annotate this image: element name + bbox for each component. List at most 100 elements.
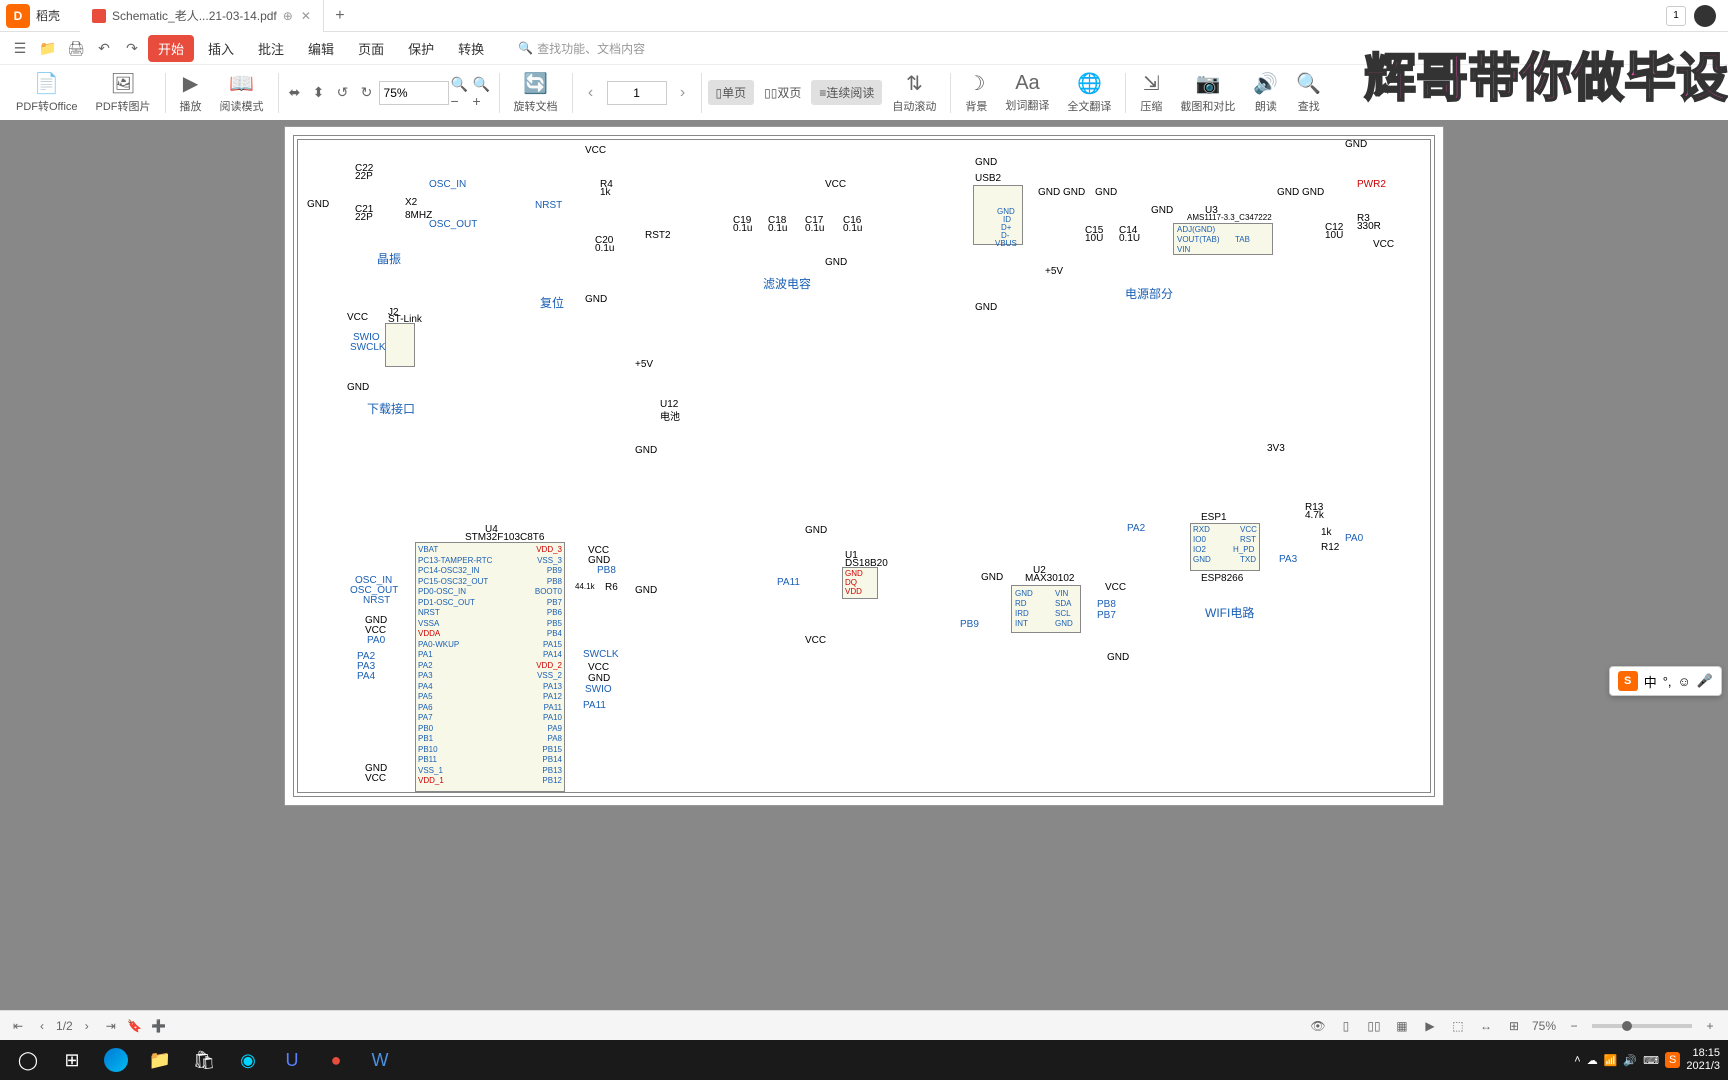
tab-start[interactable]: 开始 bbox=[148, 35, 194, 62]
document-viewport[interactable]: C22 22P OSC_IN C21 22P X2 8MHZ OSC_OUT G… bbox=[0, 120, 1728, 1050]
background-button[interactable]: ☽背景 bbox=[957, 69, 995, 116]
edge-icon[interactable] bbox=[96, 1040, 136, 1080]
tray-cloud-icon[interactable]: ☁ bbox=[1587, 1054, 1598, 1067]
bookmark-add-icon[interactable]: ➕ bbox=[149, 1016, 169, 1036]
single-page-button[interactable]: ▯ 单页 bbox=[708, 80, 755, 105]
app-icon[interactable]: ◉ bbox=[228, 1040, 268, 1080]
fit-width-icon[interactable]: ⬌ bbox=[285, 83, 305, 103]
prev-page-button[interactable]: ‹ bbox=[579, 81, 603, 105]
play-icon[interactable]: ▶ bbox=[1420, 1016, 1440, 1036]
label: 3V3 bbox=[1267, 443, 1285, 454]
zoom-in-icon[interactable]: 🔍+ bbox=[473, 83, 493, 103]
tab-edit[interactable]: 编辑 bbox=[298, 35, 344, 62]
task-view-button[interactable]: ⊞ bbox=[52, 1040, 92, 1080]
clock[interactable]: 18:15 2021/3 bbox=[1686, 1047, 1720, 1073]
rotate-doc-button[interactable]: 🔄旋转文档 bbox=[506, 69, 566, 116]
rotate-left-icon[interactable]: ↺ bbox=[333, 83, 353, 103]
compress-button[interactable]: ⇲压缩 bbox=[1132, 69, 1170, 116]
label: 22P bbox=[355, 212, 373, 223]
pin-icon[interactable]: ⊕ bbox=[283, 9, 293, 23]
double-page-button[interactable]: ▯▯ 双页 bbox=[756, 80, 809, 105]
next-page-button[interactable]: › bbox=[77, 1016, 97, 1036]
ime-toolbar[interactable]: S 中 °, ☺ 🎤 bbox=[1609, 666, 1722, 696]
play-button[interactable]: ▶播放 bbox=[172, 69, 210, 116]
pdf-to-office-button[interactable]: 📄PDF转Office bbox=[8, 69, 86, 116]
dict-button[interactable]: Aa划词翻译 bbox=[997, 70, 1057, 115]
search-box[interactable]: 🔍 查找功能、文档内容 bbox=[518, 40, 645, 57]
pin: RXD bbox=[1193, 525, 1210, 534]
prev-page-button[interactable]: ‹ bbox=[32, 1016, 52, 1036]
view-double-icon[interactable]: ▯▯ bbox=[1364, 1016, 1384, 1036]
label: GND bbox=[975, 157, 997, 168]
ime-emoji-icon[interactable]: ☺ bbox=[1678, 674, 1691, 689]
tray-wifi-icon[interactable]: 📶 bbox=[1604, 1054, 1618, 1067]
eye-icon[interactable]: 👁 bbox=[1308, 1016, 1328, 1036]
zoom-out-icon[interactable]: 🔍− bbox=[451, 83, 471, 103]
tab-convert[interactable]: 转换 bbox=[448, 35, 494, 62]
width-icon[interactable]: ↔ bbox=[1476, 1016, 1496, 1036]
net: PB8 bbox=[597, 565, 616, 576]
explorer-icon[interactable]: 📁 bbox=[140, 1040, 180, 1080]
open-icon[interactable]: 📁 bbox=[36, 36, 60, 60]
status-bar: ⇤ ‹ 1/2 › ⇥ 🔖 ➕ 👁 ▯ ▯▯ ▦ ▶ ⬚ ↔ ⊞ 75% − + bbox=[0, 1010, 1728, 1040]
compress-icon: ⇲ bbox=[1143, 71, 1160, 96]
tab-annotate[interactable]: 批注 bbox=[248, 35, 294, 62]
page-input[interactable] bbox=[607, 81, 667, 105]
rotate-right-icon[interactable]: ↻ bbox=[357, 83, 377, 103]
pin: INT bbox=[1015, 619, 1028, 628]
undo-icon[interactable]: ↶ bbox=[92, 36, 116, 60]
ime-punct-icon[interactable]: °, bbox=[1663, 674, 1672, 689]
wps-icon[interactable]: W bbox=[360, 1040, 400, 1080]
fulltext-button[interactable]: 🌐全文翻译 bbox=[1059, 69, 1119, 116]
new-tab-button[interactable]: + bbox=[324, 7, 356, 25]
ime-badge[interactable]: S bbox=[1665, 1052, 1680, 1068]
continuous-button[interactable]: ≡ 连续阅读 bbox=[811, 80, 882, 105]
fit-page-icon[interactable]: ⬍ bbox=[309, 83, 329, 103]
last-page-button[interactable]: ⇥ bbox=[101, 1016, 121, 1036]
label: 0.1U bbox=[1119, 233, 1140, 244]
tab-insert[interactable]: 插入 bbox=[198, 35, 244, 62]
next-page-button[interactable]: › bbox=[671, 81, 695, 105]
print-icon[interactable]: 🖨 bbox=[64, 36, 88, 60]
label: GND bbox=[805, 525, 827, 536]
ime-mic-icon[interactable]: 🎤 bbox=[1697, 673, 1713, 689]
zoom-select[interactable] bbox=[379, 81, 449, 105]
view-grid-icon[interactable]: ▦ bbox=[1392, 1016, 1412, 1036]
close-icon[interactable]: ✕ bbox=[301, 9, 311, 23]
find-button[interactable]: 🔍查找 bbox=[1288, 69, 1329, 116]
tray-keyboard-icon[interactable]: ⌨ bbox=[1643, 1054, 1659, 1067]
tab-page[interactable]: 页面 bbox=[348, 35, 394, 62]
pin: IO2 bbox=[1193, 545, 1206, 554]
ime-lang[interactable]: 中 bbox=[1644, 672, 1657, 691]
tab-protect[interactable]: 保护 bbox=[398, 35, 444, 62]
first-page-button[interactable]: ⇤ bbox=[8, 1016, 28, 1036]
play-icon: ▶ bbox=[183, 71, 198, 96]
window-mode-icon[interactable]: 1 bbox=[1666, 6, 1686, 26]
auto-scroll-button[interactable]: ⇅自动滚动 bbox=[884, 69, 944, 116]
user-avatar[interactable] bbox=[1694, 5, 1716, 27]
net: SWCLK bbox=[350, 342, 386, 353]
read-mode-button[interactable]: 📖阅读模式 bbox=[212, 69, 272, 116]
zoom-out-button[interactable]: − bbox=[1564, 1016, 1584, 1036]
pdf-to-image-button[interactable]: 🖼PDF转图片 bbox=[88, 69, 159, 116]
tray-up-icon[interactable]: ˄ bbox=[1574, 1054, 1580, 1066]
layout-icon[interactable]: ⊞ bbox=[1504, 1016, 1524, 1036]
view-single-icon[interactable]: ▯ bbox=[1336, 1016, 1356, 1036]
document-tab[interactable]: Schematic_老人...21-03-14.pdf ⊕ ✕ bbox=[80, 0, 324, 32]
zoom-slider[interactable] bbox=[1592, 1024, 1692, 1028]
start-button[interactable]: ◯ bbox=[8, 1040, 48, 1080]
record-icon[interactable]: ● bbox=[316, 1040, 356, 1080]
store-icon[interactable]: 🛍 bbox=[184, 1040, 224, 1080]
bookmark-icon[interactable]: 🔖 bbox=[125, 1016, 145, 1036]
globe-icon: 🌐 bbox=[1077, 71, 1102, 96]
fit-icon[interactable]: ⬚ bbox=[1448, 1016, 1468, 1036]
read-aloud-button[interactable]: 🔊朗读 bbox=[1245, 69, 1286, 116]
tray-volume-icon[interactable]: 🔊 bbox=[1623, 1054, 1637, 1067]
screenshot-button[interactable]: 📷截图和对比 bbox=[1172, 69, 1243, 116]
app-icon-2[interactable]: U bbox=[272, 1040, 312, 1080]
label: USB2 bbox=[975, 173, 1001, 184]
zoom-in-button[interactable]: + bbox=[1700, 1016, 1720, 1036]
redo-icon[interactable]: ↷ bbox=[120, 36, 144, 60]
net: PA11 bbox=[777, 577, 800, 588]
menu-icon[interactable]: ☰ bbox=[8, 36, 32, 60]
